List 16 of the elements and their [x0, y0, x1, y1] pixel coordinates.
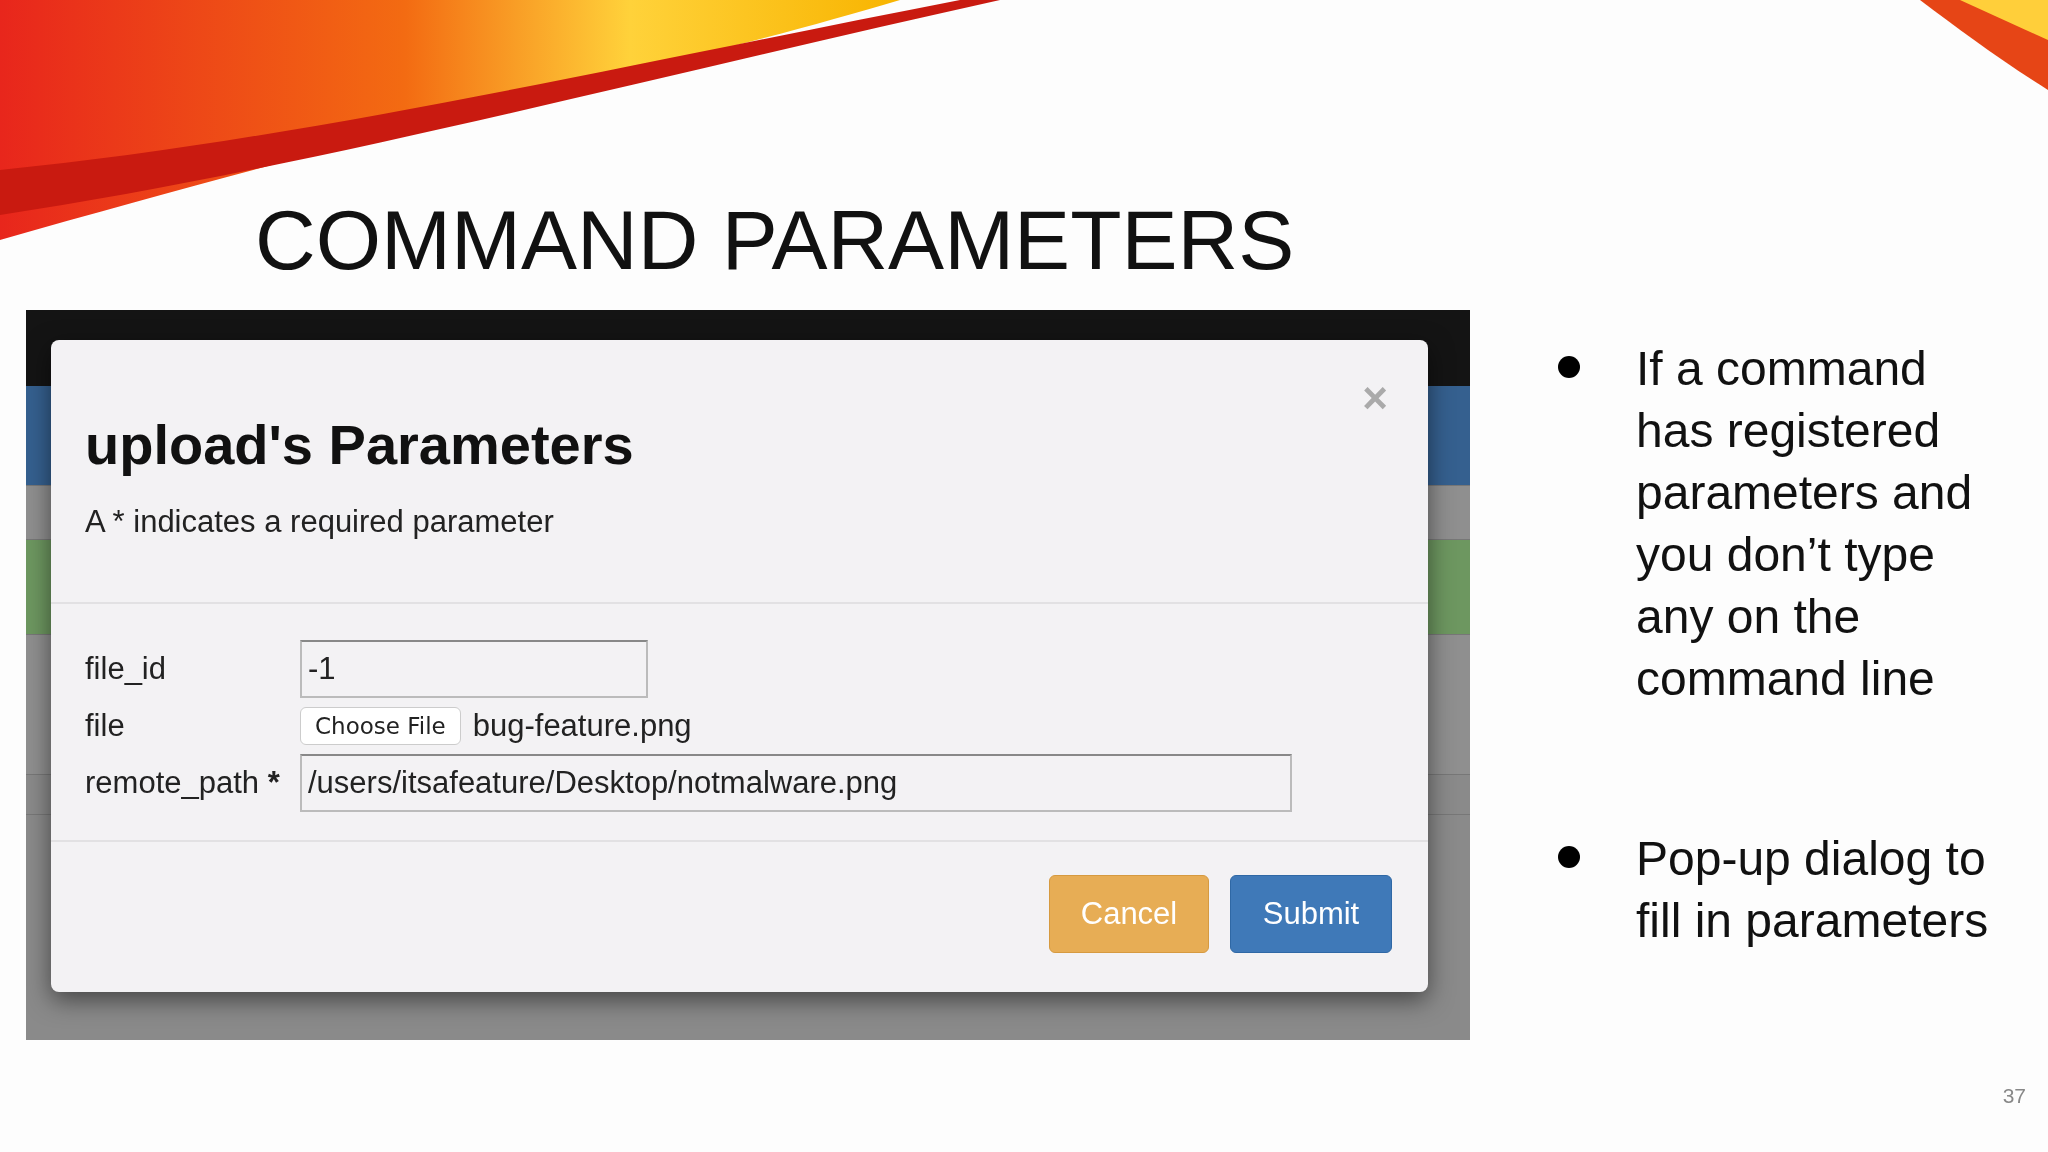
- field-label: file_id: [85, 650, 167, 687]
- bullet-icon: [1558, 356, 1580, 378]
- bullet-icon: [1558, 846, 1580, 868]
- field-label: remote_path *: [85, 765, 281, 802]
- slide-title: COMMAND PARAMETERS: [255, 192, 1296, 288]
- dialog-title: upload's Parameters: [85, 412, 634, 478]
- field-label: file: [85, 708, 126, 744]
- page-number: 37: [2002, 1084, 2026, 1108]
- input-field[interactable]: /users/itsafeature/Desktop/notmalware.png: [300, 754, 1292, 813]
- file-name: bug-feature.png: [472, 708, 692, 744]
- dialog-subtitle: A * indicates a required parameter: [85, 503, 554, 541]
- submit-button[interactable]: Submit: [1230, 875, 1392, 953]
- bullet-text: If a command has registered parameters and you don’t type any on the command line: [1636, 341, 1974, 707]
- bullet-text: Pop-up dialog to fill in parameters: [1636, 831, 1990, 949]
- input-field[interactable]: -1: [300, 639, 648, 698]
- choose-file-button[interactable]: Choose File: [300, 707, 461, 745]
